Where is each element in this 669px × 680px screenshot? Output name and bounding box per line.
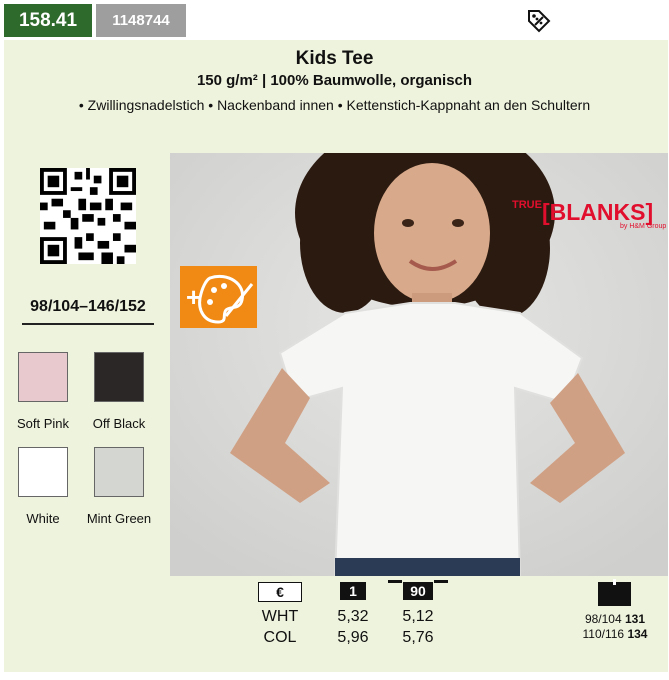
brand-logo: TRUE[BLANKS] (512, 199, 653, 226)
carton-qty: 134 (627, 627, 648, 641)
article-number: 158.41 (4, 4, 92, 37)
carton-size: 110/116 (582, 627, 625, 641)
carton-line: 110/116 134 (560, 627, 669, 642)
product-features: • Zwillingsnadelstich • Nackenband innen… (78, 97, 591, 113)
discount-tag-icon (528, 10, 551, 33)
qty-1-label: 1 (349, 583, 357, 599)
qr-code (40, 168, 136, 264)
swatch-label: White (26, 511, 60, 526)
brand-prefix: TRUE (512, 199, 542, 211)
carton-info: 98/104 131 110/116 134 (560, 612, 669, 642)
carton-box-icon (598, 579, 631, 606)
size-range: 98/104–146/152 (30, 298, 146, 315)
box-seam (613, 579, 616, 585)
product-title: Kids Tee (295, 48, 374, 69)
size-divider (22, 323, 154, 325)
price-cell: 5,32 (337, 608, 369, 625)
swatch-soft-pink[interactable] (18, 352, 68, 402)
qty-90-bar-right (434, 580, 448, 583)
brand-sub: by H&M Group (620, 223, 667, 230)
price-cell: 5,76 (402, 629, 434, 646)
top-bar: 158.41 1148744 (0, 0, 669, 40)
currency-header: € (258, 582, 302, 602)
price-cell: 5,96 (337, 629, 369, 646)
swatch-white[interactable] (18, 447, 68, 497)
carton-line: 98/104 131 (560, 612, 669, 627)
currency-symbol: € (276, 584, 284, 600)
swatch-mint-green[interactable] (94, 447, 144, 497)
product-subtitle: 150 g/m² | 100% Baumwolle, organisch (196, 72, 473, 89)
qty-90-label: 90 (410, 583, 426, 599)
row-label: COL (263, 629, 297, 646)
brand-name: [BLANKS] (541, 199, 654, 225)
price-cell: 5,12 (402, 608, 434, 625)
row-label: WHT (261, 608, 299, 625)
customizable-print-icon: + (180, 266, 257, 328)
article-code: 1148744 (96, 4, 186, 37)
carton-size: 98/104 (584, 612, 622, 626)
qty-90-bar-left (388, 580, 402, 583)
swatch-off-black[interactable] (94, 352, 144, 402)
qty-1-header: 1 (340, 582, 366, 600)
qty-90-header: 90 (403, 582, 433, 600)
swatch-label: Mint Green (86, 511, 152, 526)
swatch-label: Soft Pink (16, 416, 70, 431)
carton-qty: 131 (625, 612, 646, 626)
swatch-label: Off Black (92, 416, 146, 431)
